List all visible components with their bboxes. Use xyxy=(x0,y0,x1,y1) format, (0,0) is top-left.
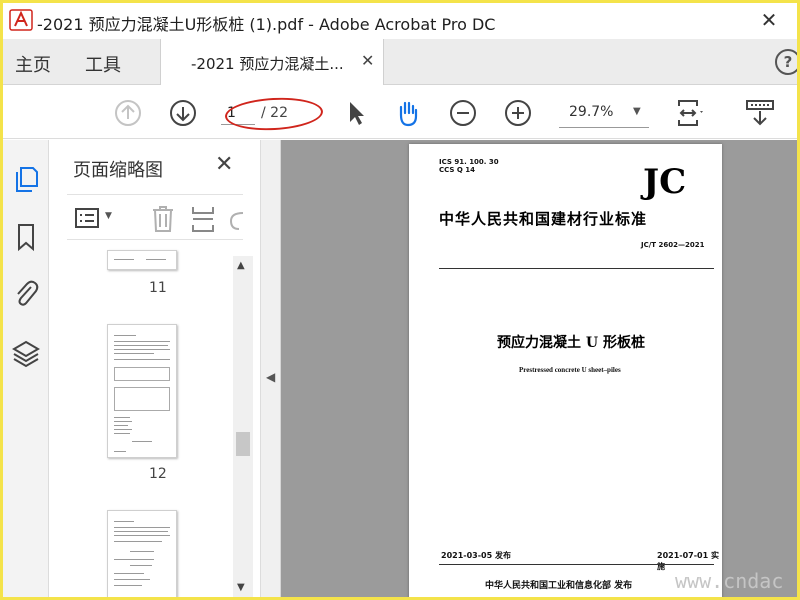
thumbnail-label: 12 xyxy=(149,466,167,482)
standard-code: JC/T 2602—2021 xyxy=(641,241,705,249)
panel-title: 页面缩略图 xyxy=(73,160,163,181)
standard-header: 中华人民共和国建材行业标准 xyxy=(439,210,648,228)
document-tab-label: -2021 预应力混凝土... xyxy=(191,55,344,73)
select-cursor-icon[interactable] xyxy=(341,98,371,128)
bookmark-icon[interactable] xyxy=(11,222,41,252)
help-icon[interactable]: ? xyxy=(775,49,797,75)
layers-icon[interactable] xyxy=(11,338,41,368)
options-menu-icon[interactable] xyxy=(75,207,99,229)
next-page-icon[interactable] xyxy=(168,98,198,128)
extract-pages-icon[interactable] xyxy=(191,205,215,233)
publisher: 中华人民共和国工业和信息化部 发布 xyxy=(485,581,633,591)
thumbnail-page-13[interactable] xyxy=(107,510,177,597)
collapse-arrow-icon[interactable]: ◀ xyxy=(266,370,275,384)
window-title: -2021 预应力混凝土U形板桩 (1).pdf - Adobe Acrobat… xyxy=(37,15,496,34)
divider xyxy=(439,564,714,565)
title-bar: -2021 预应力混凝土U形板桩 (1).pdf - Adobe Acrobat… xyxy=(3,3,797,39)
document-title-cn: 预应力混凝土 U 形板桩 xyxy=(497,335,645,351)
tab-document[interactable]: -2021 预应力混凝土... ✕ xyxy=(160,39,384,85)
panel-close-icon[interactable]: ✕ xyxy=(215,152,233,177)
zoom-out-icon[interactable] xyxy=(448,98,478,128)
document-view[interactable]: ICS 91. 100. 30 CCS Q 14 JC 中华人民共和国建材行业标… xyxy=(281,140,797,597)
thumbnail-page-11[interactable] xyxy=(107,250,177,270)
page-fit-icon[interactable] xyxy=(675,98,705,128)
zoom-caret-icon: ▼ xyxy=(633,106,641,117)
ccs-code: CCS Q 14 xyxy=(439,166,476,174)
delete-icon[interactable] xyxy=(151,205,175,233)
jc-mark: JC xyxy=(643,162,687,202)
tab-bar: 主页 工具 -2021 预应力混凝土... ✕ ? xyxy=(3,39,797,85)
zoom-in-icon[interactable] xyxy=(503,98,533,128)
options-caret-icon: ▼ xyxy=(105,211,112,221)
pages-icon[interactable] xyxy=(11,164,41,194)
document-title-en: Prestressed concrete U sheet–piles xyxy=(519,366,621,374)
panel-collapse-handle[interactable]: ◀ xyxy=(261,140,281,597)
thumbnail-page-12[interactable] xyxy=(107,324,177,458)
read-mode-icon[interactable] xyxy=(745,98,775,128)
hand-tool-icon[interactable] xyxy=(393,98,423,128)
main-toolbar: 1 / 22 29.7% ▼ xyxy=(3,86,797,139)
divider xyxy=(439,268,714,269)
pdf-page: ICS 91. 100. 30 CCS Q 14 JC 中华人民共和国建材行业标… xyxy=(409,144,722,597)
acrobat-logo-icon xyxy=(9,9,33,31)
document-tab-close-icon[interactable]: ✕ xyxy=(361,51,374,70)
tab-home[interactable]: 主页 xyxy=(15,51,51,77)
watermark: www.cndac xyxy=(675,569,784,593)
issue-date: 2021-03-05 发布 xyxy=(441,551,511,560)
rotate-icon[interactable] xyxy=(229,207,245,231)
tab-tools[interactable]: 工具 xyxy=(85,51,121,77)
thumbnail-label: 11 xyxy=(149,280,167,296)
scrollbar-thumb[interactable] xyxy=(236,432,250,456)
ics-code: ICS 91. 100. 30 xyxy=(439,158,499,166)
scroll-up-icon[interactable]: ▲ xyxy=(237,260,245,271)
window-close-button[interactable]: ✕ xyxy=(755,7,783,33)
app-window: -2021 预应力混凝土U形板桩 (1).pdf - Adobe Acrobat… xyxy=(3,3,797,597)
scroll-down-icon[interactable]: ▼ xyxy=(237,582,245,593)
attachment-icon[interactable] xyxy=(11,278,41,308)
thumbnail-scrollbar[interactable]: ▲ ▼ xyxy=(233,256,253,597)
left-rail xyxy=(3,140,49,597)
prev-page-icon[interactable] xyxy=(113,98,143,128)
thumbnail-panel: 页面缩略图 ✕ ▼ 11 12 ▲ ▼ xyxy=(49,140,261,597)
thumbnail-toolbar: ▼ xyxy=(67,194,245,240)
